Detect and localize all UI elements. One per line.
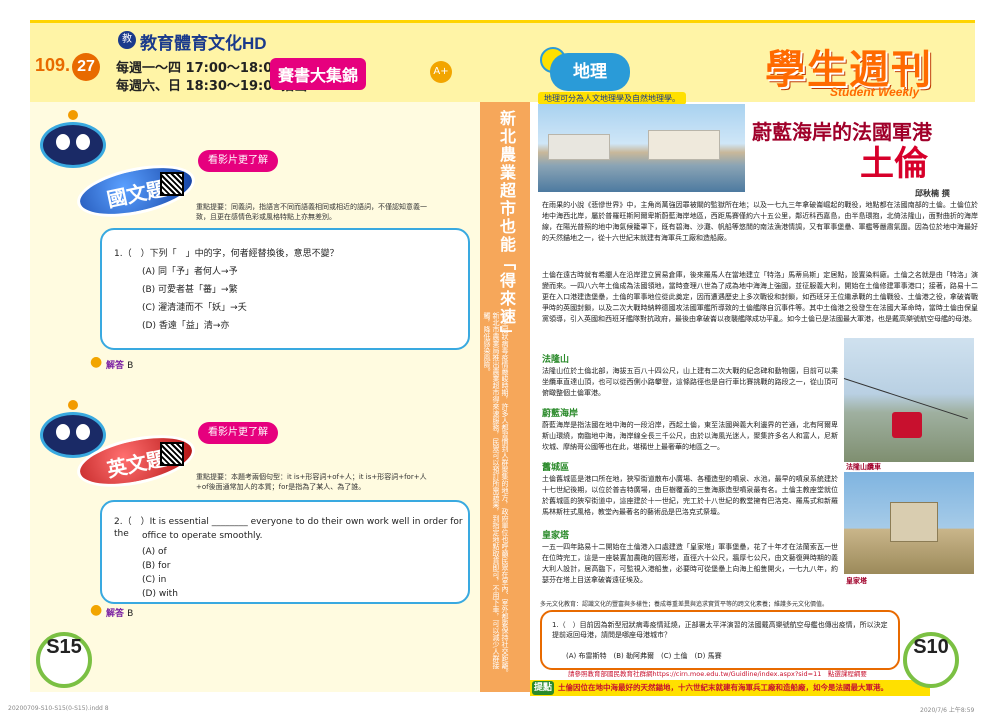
article-author: 邱秋楠 撰	[915, 189, 950, 198]
hint-badge: 提點	[532, 681, 554, 695]
answer-value: B	[127, 361, 134, 371]
curriculum-url[interactable]: 請參照教育部國民教育社群網https://cirn.moe.edu.tw/Gui…	[568, 668, 867, 678]
chinese-watch-video-tag: 看影片更了解	[198, 150, 278, 172]
english-option-b: (B) for	[142, 561, 171, 571]
caption-cable-car: 法隆山纜車	[846, 463, 881, 471]
chinese-answer: 解答 B	[106, 358, 133, 371]
edu-note: 多元文化教育：認識文化的豐富與多樣性；養成尊重差異與追求實質平等的跨文化素養；維…	[540, 601, 829, 608]
tv-channel-name: 教育體育文化HD	[140, 34, 267, 53]
article-title-city: 土倫	[860, 144, 928, 184]
header-band: 109. 27 教 教育體育文化HD 每週一～四 17:00～18:00播出 每週…	[30, 20, 975, 102]
quiz-box: 1.（ ）目前因為新型冠狀病毒疫情延燒，正部署太平洋演習的法國戴高樂號航空母艦也…	[540, 610, 900, 670]
article-intro: 在雨果的小說《悲慘世界》中，主角尚萬強因罪被關的監獄所在地；以及一七九三年拿破崙…	[542, 201, 978, 242]
section-text-old-town: 土倫舊城區是港口所在地，狹窄街道散布小廣場、各種造型的噴泉、水池，最早的噴泉系統…	[542, 475, 838, 516]
page: 109. 27 教 教育體育文化HD 每週一～四 17:00～18:00播出 每週…	[0, 0, 1000, 719]
section-text-royal-tower: 一五一四年路易十二開始在土倫港入口處建造「皇家塔」軍事堡壘，花了十年才在法蘭索瓦…	[542, 543, 838, 584]
answer-label: 解答	[106, 609, 125, 619]
program-badge: A+	[430, 61, 452, 83]
section-heading-old-town: 舊城區	[542, 463, 570, 473]
tv-logo-icon: 教	[118, 31, 136, 49]
chinese-question: 1.（ ）下列「 」中的字，何者經替換後，意思不變？	[114, 249, 339, 259]
section-text-mount-faron: 法隆山位於土倫北部，海拔五百八十四公尺，山上建有二次大戰的紀念碑和動物園，目前可…	[542, 367, 838, 397]
chinese-note: 重點提要：同義詞，指語言不同而語義相同或相近的語詞，不僅認知意義一致，且更在感情…	[196, 203, 427, 221]
english-note: 重點提要：本題考兩個句型：it is+形容詞+of+人；it is+形容詞+fo…	[196, 473, 427, 491]
english-answer: 解答 B	[106, 606, 133, 619]
quiz-options: (A) 布雷斯特 (B) 勒阿弗爾 (C) 土倫 (D) 馬賽	[566, 652, 722, 660]
article-history: 土倫在遠古時就有希臘人在沿岸建立貿易倉庫，後來羅馬人在當地建立「特洛」馬蒂烏斯」…	[542, 271, 978, 323]
lightbulb-icon: ●	[90, 354, 103, 370]
royal-tower-photo	[844, 472, 974, 574]
english-option-a: (A) of	[142, 547, 167, 557]
toulon-harbor-photo	[538, 104, 745, 192]
english-qr-code-icon[interactable]	[160, 442, 184, 466]
english-option-c: (C) in	[142, 575, 167, 585]
chinese-option-d: (D) 香遠「益」清→亦	[142, 321, 230, 331]
hint-bar: 提點 土倫因位在地中海最好的天然錨地，十六世紀末就建有海軍兵工廠和造船廠，如今是…	[530, 680, 930, 696]
english-option-d: (D) with	[142, 589, 178, 599]
print-footer-left: 20200709-S10-S15(0-S15).indd 8	[8, 705, 109, 712]
section-heading-mount-faron: 法隆山	[542, 355, 570, 365]
lightbulb-icon: ●	[90, 602, 103, 618]
chinese-option-c: (C) 濯清漣而不「妖」→夭	[142, 303, 247, 313]
section-logo: 地理	[550, 53, 630, 91]
quiz-question: 1.（ ）目前因為新型冠狀病毒疫情延燒，正部署太平洋演習的法國戴高樂號航空母艦也…	[552, 621, 888, 639]
publication-subtitle: Student Weekly	[830, 85, 920, 99]
cable-car-photo	[843, 338, 974, 462]
section-heading-cote-dazur: 蔚藍海岸	[542, 409, 579, 419]
section-heading-royal-tower: 皇家塔	[542, 531, 570, 541]
cable-car-icon	[892, 412, 922, 438]
vertical-news-column: 新北農業超市也能「得來速」 新型冠狀病毒疫情嚴峻時期，許多人都習慣到人群聚集的地…	[480, 102, 530, 692]
chinese-option-a: (A) 同「予」者何人→予	[142, 267, 238, 277]
answer-value: B	[127, 609, 134, 619]
left-page: 國文題 看影片更了解 重點提要：同義詞，指語言不同而語義相同或相近的語詞，不僅認…	[30, 102, 480, 692]
english-watch-video-tag: 看影片更了解	[198, 422, 278, 444]
vertical-news-heading: 新北農業超市也能「得來速」	[497, 110, 516, 344]
issue-number: 109. 27	[35, 53, 101, 81]
page-number-left: S15	[36, 632, 92, 688]
chinese-option-b: (B) 可愛者甚「蕃」→繁	[142, 285, 238, 295]
program-title: 賽書大集錦	[270, 58, 367, 90]
print-footer-right: 2020/7/6 上午8:59	[920, 707, 975, 714]
hint-text: 土倫因位在地中海最好的天然錨地，十六世紀末就建有海軍兵工廠和造船廠，如今是法國最…	[558, 683, 888, 692]
page-number-right: S10	[903, 632, 959, 688]
answer-label: 解答	[106, 361, 125, 371]
vertical-news-body: 新型冠狀病毒疫情嚴峻時期，許多人都習慣到人群聚集的地方，政府單位也呼籲民眾在室內…	[483, 312, 509, 676]
chinese-qr-code-icon[interactable]	[160, 172, 184, 196]
english-question-line2: office to operate smoothly.	[142, 531, 263, 541]
caption-royal-tower: 皇家塔	[846, 577, 867, 585]
section-text-cote-dazur: 蔚藍海岸是指法國在地中海的一段沿岸，西起土倫，東至法國與義大利邊界的芒通，北有阿…	[542, 421, 838, 451]
robot-mascot-icon	[34, 110, 112, 172]
